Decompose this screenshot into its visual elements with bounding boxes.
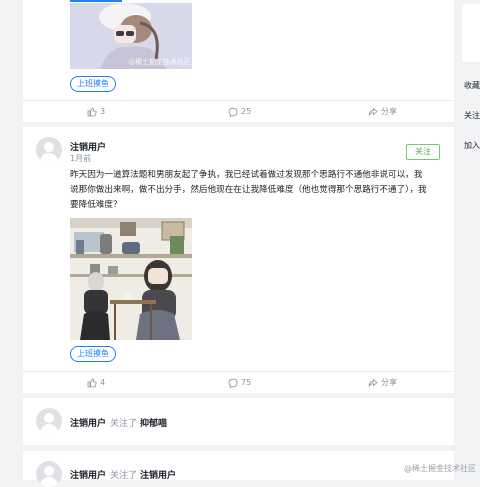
post-time: 1月前 [70, 154, 92, 163]
author-name[interactable]: 注销用户 [70, 140, 106, 153]
avatar[interactable] [36, 137, 62, 163]
activity-target[interactable]: 注销用户 [140, 468, 176, 481]
like-count: 3 [100, 107, 106, 116]
comment-icon [228, 378, 238, 388]
activity-user[interactable]: 注销用户 [70, 416, 106, 429]
sidebar-item-collect[interactable]: 收藏 [464, 80, 480, 91]
post-card-1: @稀土掘金技术社区 上班摸鱼 3 25 分享 [23, 0, 454, 122]
comment-count: 75 [241, 378, 252, 387]
follow-button[interactable]: 关注 [406, 144, 440, 160]
right-sidebar: 收藏 关注 加入 [458, 0, 480, 480]
share-icon [368, 378, 378, 387]
post-image-1[interactable]: @稀土掘金技术社区 [70, 3, 192, 69]
activity-verb: 关注了 [110, 419, 138, 429]
activity-user[interactable]: 注销用户 [70, 468, 106, 481]
share-label: 分享 [381, 378, 397, 387]
post-actions-1: 3 25 分享 [23, 100, 454, 123]
post-actions-2: 4 75 分享 [23, 371, 454, 394]
sidebar-item-join[interactable]: 加入 [464, 140, 480, 151]
comment-count: 25 [241, 107, 252, 116]
active-indicator [70, 0, 122, 2]
sidebar-panel [462, 4, 480, 62]
comment-button[interactable]: 75 [228, 372, 251, 394]
like-button[interactable]: 4 [87, 372, 105, 394]
like-button[interactable]: 3 [87, 101, 105, 123]
share-label: 分享 [381, 107, 397, 116]
thumbs-up-icon [87, 107, 97, 116]
comment-button[interactable]: 25 [228, 101, 251, 123]
activity-card-2: 注销用户 关注了 注销用户 [23, 451, 454, 487]
feed: @稀土掘金技术社区 上班摸鱼 3 25 分享 注销用户 1月前 关注 昨天因为一… [23, 0, 454, 487]
activity-verb: 关注了 [110, 471, 138, 481]
sidebar-item-follow[interactable]: 关注 [464, 110, 480, 121]
share-button[interactable]: 分享 [368, 372, 397, 394]
avatar[interactable] [36, 461, 62, 487]
image-watermark: @稀土掘金技术社区 [128, 58, 191, 66]
thumbs-up-icon [87, 378, 97, 387]
share-icon [368, 107, 378, 116]
activity-target[interactable]: 抑郁喵 [140, 416, 167, 429]
post-card-2: 注销用户 1月前 关注 昨天因为一道算法题和男朋友起了争执，我已经试着做过发现那… [23, 127, 454, 393]
cafe-illustration [70, 218, 192, 340]
post-content: 昨天因为一道算法题和男朋友起了争执，我已经试着做过发现那个思路行不通他非说可以，… [70, 170, 427, 210]
avatar[interactable] [36, 408, 62, 434]
comment-icon [228, 107, 238, 117]
like-count: 4 [100, 378, 106, 387]
topic-tag[interactable]: 上班摸鱼 [70, 346, 116, 362]
page-watermark: @稀土掘金技术社区 [404, 464, 476, 473]
share-button[interactable]: 分享 [368, 101, 397, 123]
post-image-2[interactable] [70, 218, 192, 340]
topic-tag[interactable]: 上班摸鱼 [70, 76, 116, 92]
activity-card-1: 注销用户 关注了 抑郁喵 [23, 398, 454, 445]
